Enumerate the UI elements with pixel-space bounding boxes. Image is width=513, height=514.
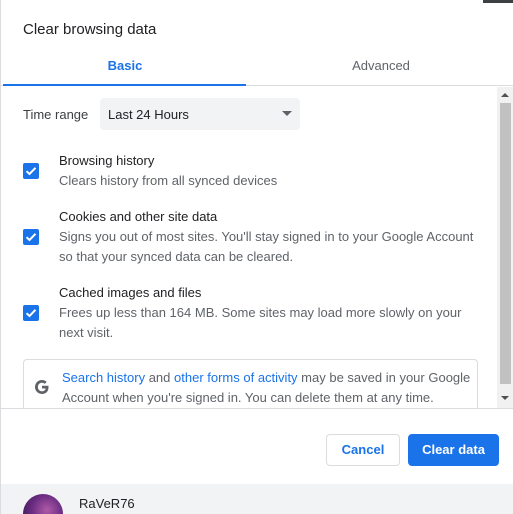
cookies-description: Signs you out of most sites. You'll stay… [59,229,474,264]
account-footer: RaVeR76 [1,484,513,514]
cancel-button[interactable]: Cancel [326,434,400,466]
time-range-value: Last 24 Hours [108,107,189,122]
window-corner [483,0,513,3]
content-scrollbar[interactable] [497,87,513,408]
search-history-link[interactable]: Search history [62,370,145,385]
scrollbar-thumb[interactable] [500,103,511,384]
account-username: RaVeR76 [79,496,135,511]
time-range-select[interactable]: Last 24 Hours [100,98,300,130]
info-connector: and [145,370,175,385]
google-g-icon [35,380,49,394]
dropdown-arrow-icon [282,111,292,116]
checkmark-icon [25,309,37,318]
selected-tab-indicator [3,84,246,86]
google-activity-text: Search history and other forms of activi… [62,368,472,408]
dialog-content: Time range Last 24 Hours Browsing histor… [1,87,513,408]
cookies-title: Cookies and other site data [59,209,218,224]
browsing-history-checkbox[interactable] [23,163,39,179]
footer-divider [1,408,513,409]
browsing-history-description: Clears history from all synced devices [59,173,278,188]
scroll-up-arrow-icon[interactable] [501,93,509,97]
cookies-checkbox[interactable] [23,229,39,245]
tab-advanced[interactable]: Advanced [259,48,503,86]
tab-basic[interactable]: Basic [3,48,247,86]
time-range-label: Time range [23,107,89,122]
scroll-down-arrow-icon[interactable] [501,396,509,400]
clear-browsing-data-dialog: Clear browsing data Basic Advanced Time … [0,0,513,514]
checkmark-icon [25,167,37,176]
tab-bar: Basic Advanced [1,48,513,86]
avatar [23,494,63,514]
google-activity-notice: Search history and other forms of activi… [23,359,478,408]
other-activity-link[interactable]: other forms of activity [174,370,298,385]
clear-data-button[interactable]: Clear data [408,434,499,466]
checkmark-icon [25,233,37,242]
browsing-history-title: Browsing history [59,153,155,168]
dialog-title: Clear browsing data [23,21,157,38]
cached-images-description: Frees up less than 164 MB. Some sites ma… [59,305,462,340]
cached-images-title: Cached images and files [59,285,202,300]
cached-images-checkbox[interactable] [23,305,39,321]
